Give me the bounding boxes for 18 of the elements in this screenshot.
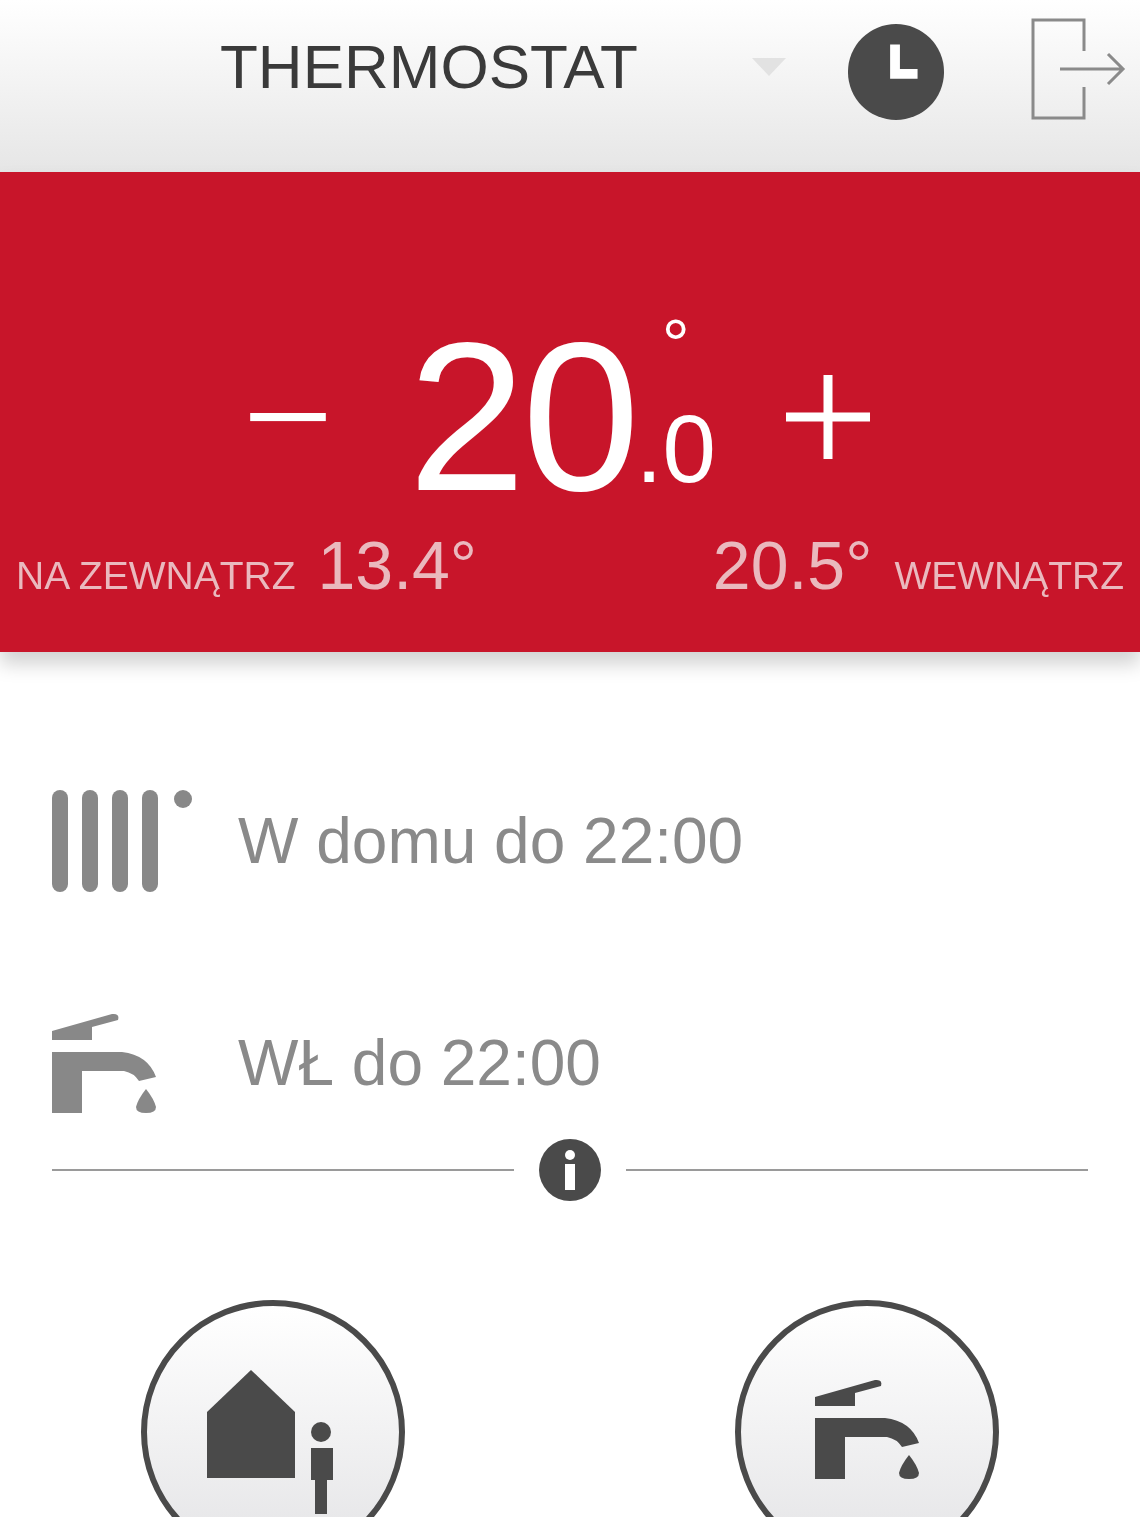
info-icon[interactable] [538,1138,602,1202]
increase-button[interactable] [785,375,870,459]
setpoint-temperature: 20 [408,311,636,523]
setpoint-decimal: .0 [635,401,716,497]
status-text: WŁ do 22:00 [238,1026,601,1100]
degree-sign: ° [661,317,690,373]
faucet-icon [52,1013,156,1113]
faucet-icon [815,1379,919,1479]
logout-icon[interactable] [1030,17,1126,121]
outside-label: NA ZEWNĄTRZ [16,554,296,598]
status-text: W domu do 22:00 [238,804,744,878]
clock-icon[interactable] [847,23,945,121]
outside-temperature: 13.4° [317,526,478,604]
app-title: THERMOSTAT [220,36,638,98]
radiator-icon [52,790,192,892]
inside-label: WEWNĄTRZ [894,554,1124,598]
inside-temperature: 20.5° [712,526,873,604]
plus-icon [785,375,870,459]
